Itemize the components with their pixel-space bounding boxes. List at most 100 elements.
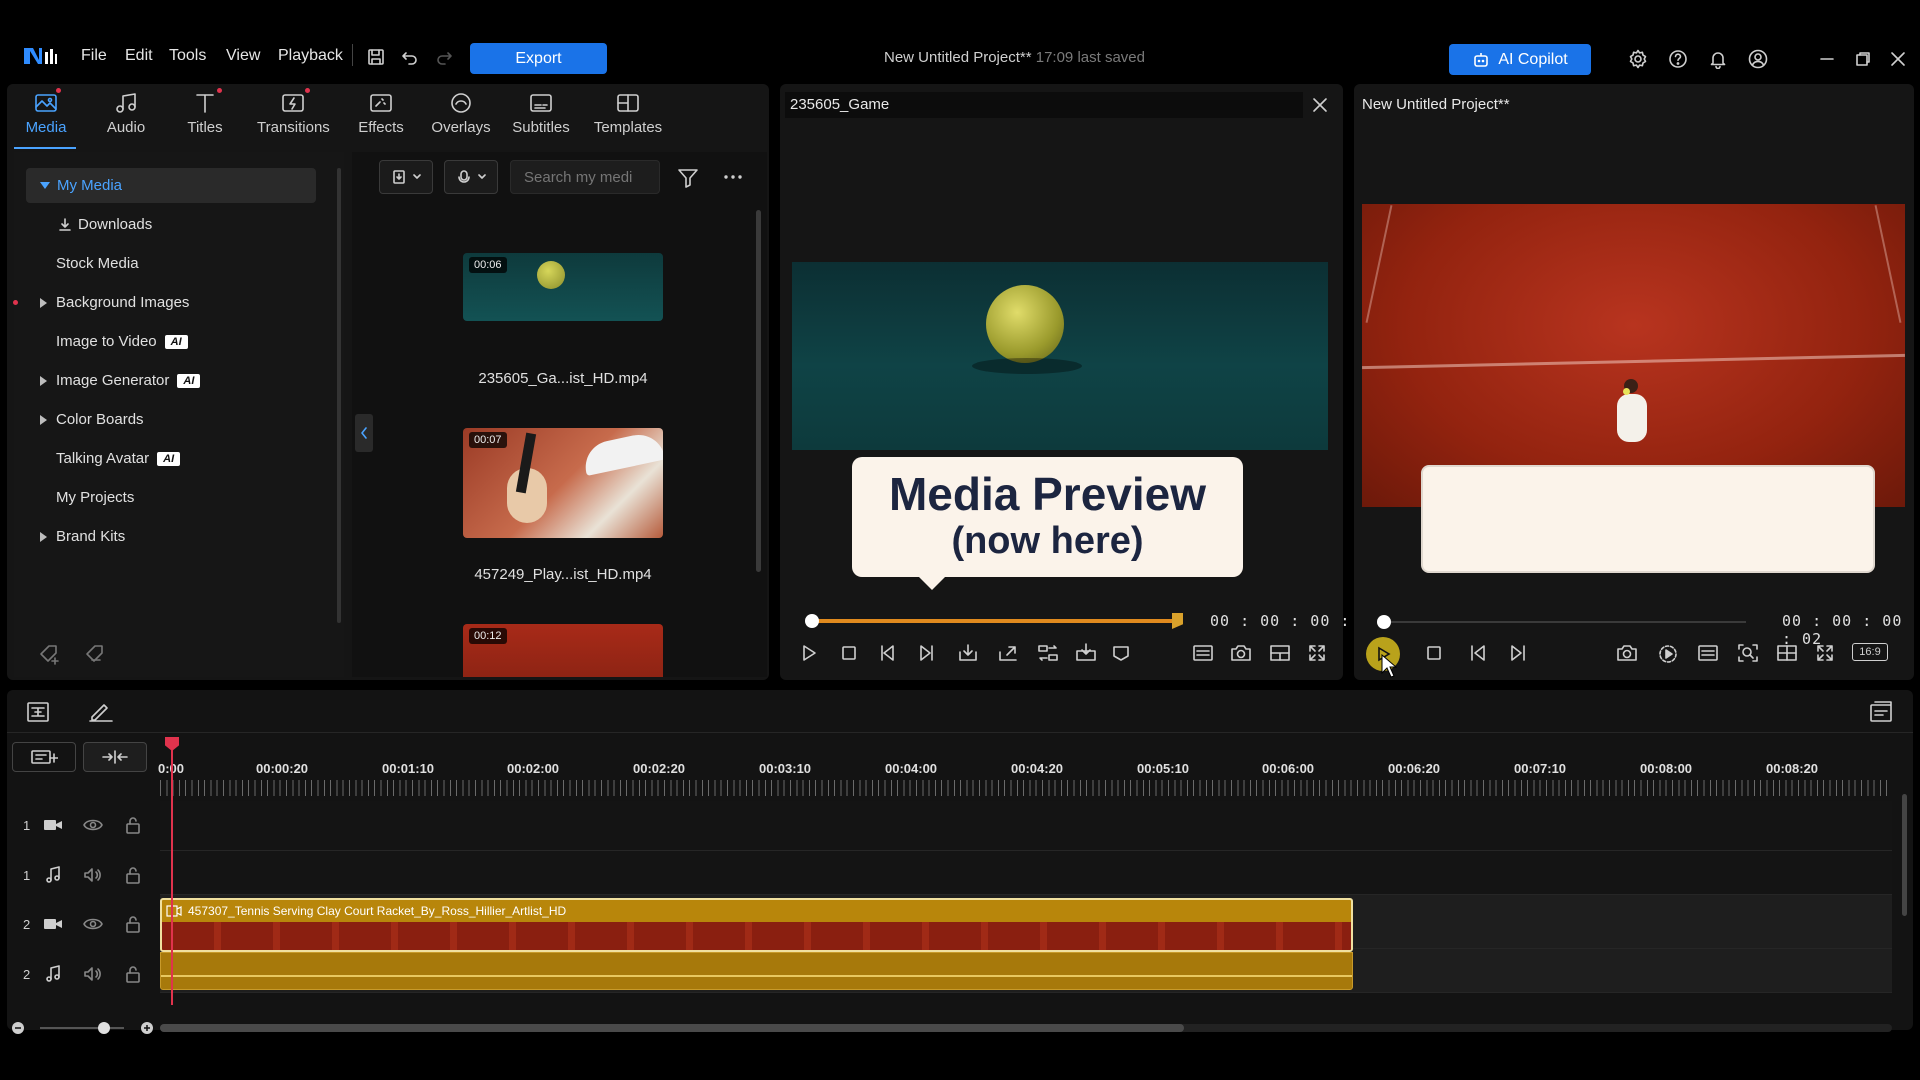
tree-item-my-media[interactable]: My Media: [40, 166, 122, 205]
add-track-button[interactable]: [12, 742, 76, 772]
tab-titles[interactable]: Titles: [170, 91, 240, 136]
previous-frame-icon[interactable]: [1467, 643, 1489, 663]
aspect-ratio-button[interactable]: 16:9: [1852, 643, 1888, 661]
export-button[interactable]: Export: [470, 43, 607, 74]
tree-item-brand-kits[interactable]: Brand Kits: [40, 517, 125, 556]
account-icon[interactable]: [1748, 49, 1768, 69]
video-clip[interactable]: 457307_Tennis Serving Clay Court Racket_…: [160, 898, 1353, 952]
render-preview-icon[interactable]: [1657, 643, 1679, 665]
fullscreen-icon[interactable]: [1815, 643, 1835, 663]
tab-transitions[interactable]: Transitions: [257, 91, 330, 136]
mark-in-icon[interactable]: [957, 643, 979, 663]
tab-audio[interactable]: Audio: [91, 91, 161, 136]
ai-copilot-button[interactable]: AI Copilot: [1449, 44, 1591, 75]
previous-frame-icon[interactable]: [878, 643, 898, 663]
lock-icon[interactable]: [125, 866, 141, 884]
import-dropdown[interactable]: [379, 160, 433, 194]
tree-item-image-generator[interactable]: Image Generator AI: [40, 361, 201, 400]
tree-item-stock-media[interactable]: Stock Media: [56, 244, 139, 283]
display-layout-icon[interactable]: [1269, 643, 1291, 663]
more-options-icon[interactable]: [722, 172, 744, 182]
tree-item-my-projects[interactable]: My Projects: [56, 478, 134, 517]
timeline-settings-icon[interactable]: [1869, 701, 1895, 723]
filter-icon[interactable]: [677, 167, 699, 189]
save-icon[interactable]: [367, 48, 385, 66]
mark-out-icon[interactable]: [997, 643, 1019, 663]
tab-overlays[interactable]: Overlays: [426, 91, 496, 136]
menu-view[interactable]: View: [226, 47, 260, 65]
add-tag-icon[interactable]: [38, 643, 62, 665]
menu-playback[interactable]: Playback: [278, 47, 343, 65]
snap-split-button[interactable]: [83, 742, 147, 772]
preview-scrubber-handle[interactable]: [805, 614, 819, 628]
media-scrollbar[interactable]: [756, 210, 761, 572]
tree-item-downloads[interactable]: Downloads: [58, 205, 152, 244]
timeline-ruler-ticks[interactable]: [160, 780, 1892, 796]
lock-icon[interactable]: [125, 965, 141, 983]
media-thumb-2[interactable]: 00:07: [463, 428, 663, 538]
zoom-out-icon[interactable]: [10, 1020, 26, 1036]
overwrite-clip-icon[interactable]: [1075, 643, 1097, 663]
track-row-video-1[interactable]: [160, 801, 1892, 851]
undo-icon[interactable]: [401, 48, 419, 66]
track-row-audio-1[interactable]: [160, 851, 1892, 895]
notification-bell-icon[interactable]: [1708, 49, 1728, 69]
tab-subtitles[interactable]: Subtitles: [506, 91, 576, 136]
marker-icon[interactable]: [1111, 643, 1131, 663]
zoom-slider-track[interactable]: [40, 1027, 124, 1029]
snapshot-camera-icon[interactable]: [1616, 643, 1638, 663]
record-dropdown[interactable]: [444, 160, 498, 194]
tree-item-image-to-video[interactable]: Image to Video AI: [56, 322, 188, 361]
play-icon[interactable]: [799, 643, 819, 663]
timeline-preview-scrubber[interactable]: [1377, 615, 1391, 629]
media-thumb-3[interactable]: 00:12: [463, 624, 663, 677]
visibility-eye-icon[interactable]: [83, 818, 103, 832]
media-thumb-1[interactable]: 00:06: [463, 253, 663, 321]
snapshot-camera-icon[interactable]: [1230, 643, 1252, 663]
settings-gear-icon[interactable]: [1628, 49, 1648, 69]
timeline-vertical-scrollbar[interactable]: [1902, 794, 1907, 916]
tree-item-talking-avatar[interactable]: Talking Avatar AI: [56, 439, 181, 478]
lock-icon[interactable]: [125, 915, 141, 933]
tab-media[interactable]: Media: [11, 91, 81, 136]
visibility-eye-icon[interactable]: [83, 917, 103, 931]
fullscreen-icon[interactable]: [1307, 643, 1327, 663]
display-layout-icon[interactable]: [1776, 643, 1798, 663]
menu-file[interactable]: File: [81, 47, 107, 65]
remove-tag-icon[interactable]: [84, 643, 108, 665]
collapse-panel-button[interactable]: [355, 414, 373, 452]
tree-scrollbar[interactable]: [337, 168, 341, 623]
next-frame-icon[interactable]: [1507, 643, 1529, 663]
menu-tools[interactable]: Tools: [169, 47, 206, 65]
stop-icon[interactable]: [839, 643, 859, 663]
close-preview-icon[interactable]: [1312, 97, 1328, 113]
subtitle-toggle-icon[interactable]: [1697, 643, 1719, 663]
timeline-edit-icon[interactable]: [26, 701, 50, 723]
insert-clip-icon[interactable]: [1037, 643, 1059, 663]
draw-pen-icon[interactable]: [88, 701, 114, 723]
volume-speaker-icon[interactable]: [83, 966, 103, 982]
volume-speaker-icon[interactable]: [83, 867, 103, 883]
search-media-input[interactable]: [510, 160, 660, 194]
redo-icon[interactable]: [435, 48, 453, 66]
tab-templates[interactable]: Templates: [588, 91, 668, 136]
subtitle-toggle-icon[interactable]: [1192, 643, 1214, 663]
audio-clip[interactable]: [160, 952, 1353, 990]
close-window-icon[interactable]: [1889, 50, 1907, 68]
zoom-preview-icon[interactable]: [1737, 643, 1759, 663]
stop-icon[interactable]: [1424, 643, 1444, 663]
tab-effects[interactable]: Effects: [346, 91, 416, 136]
tree-item-color-boards[interactable]: Color Boards: [40, 400, 144, 439]
restore-icon[interactable]: [1854, 50, 1872, 68]
zoom-in-icon[interactable]: [139, 1020, 155, 1036]
menu-edit[interactable]: Edit: [125, 47, 153, 65]
preview-progress-bar[interactable]: [812, 619, 1178, 623]
timeline-preview-progress-track[interactable]: [1384, 621, 1746, 623]
minimize-icon[interactable]: [1818, 50, 1836, 68]
tree-item-background-images[interactable]: Background Images: [40, 283, 189, 322]
playhead-line[interactable]: [171, 739, 173, 1005]
timeline-horizontal-scrollbar[interactable]: [160, 1024, 1184, 1032]
next-frame-icon[interactable]: [916, 643, 936, 663]
zoom-slider-handle[interactable]: [98, 1022, 110, 1034]
help-icon[interactable]: [1668, 49, 1688, 69]
